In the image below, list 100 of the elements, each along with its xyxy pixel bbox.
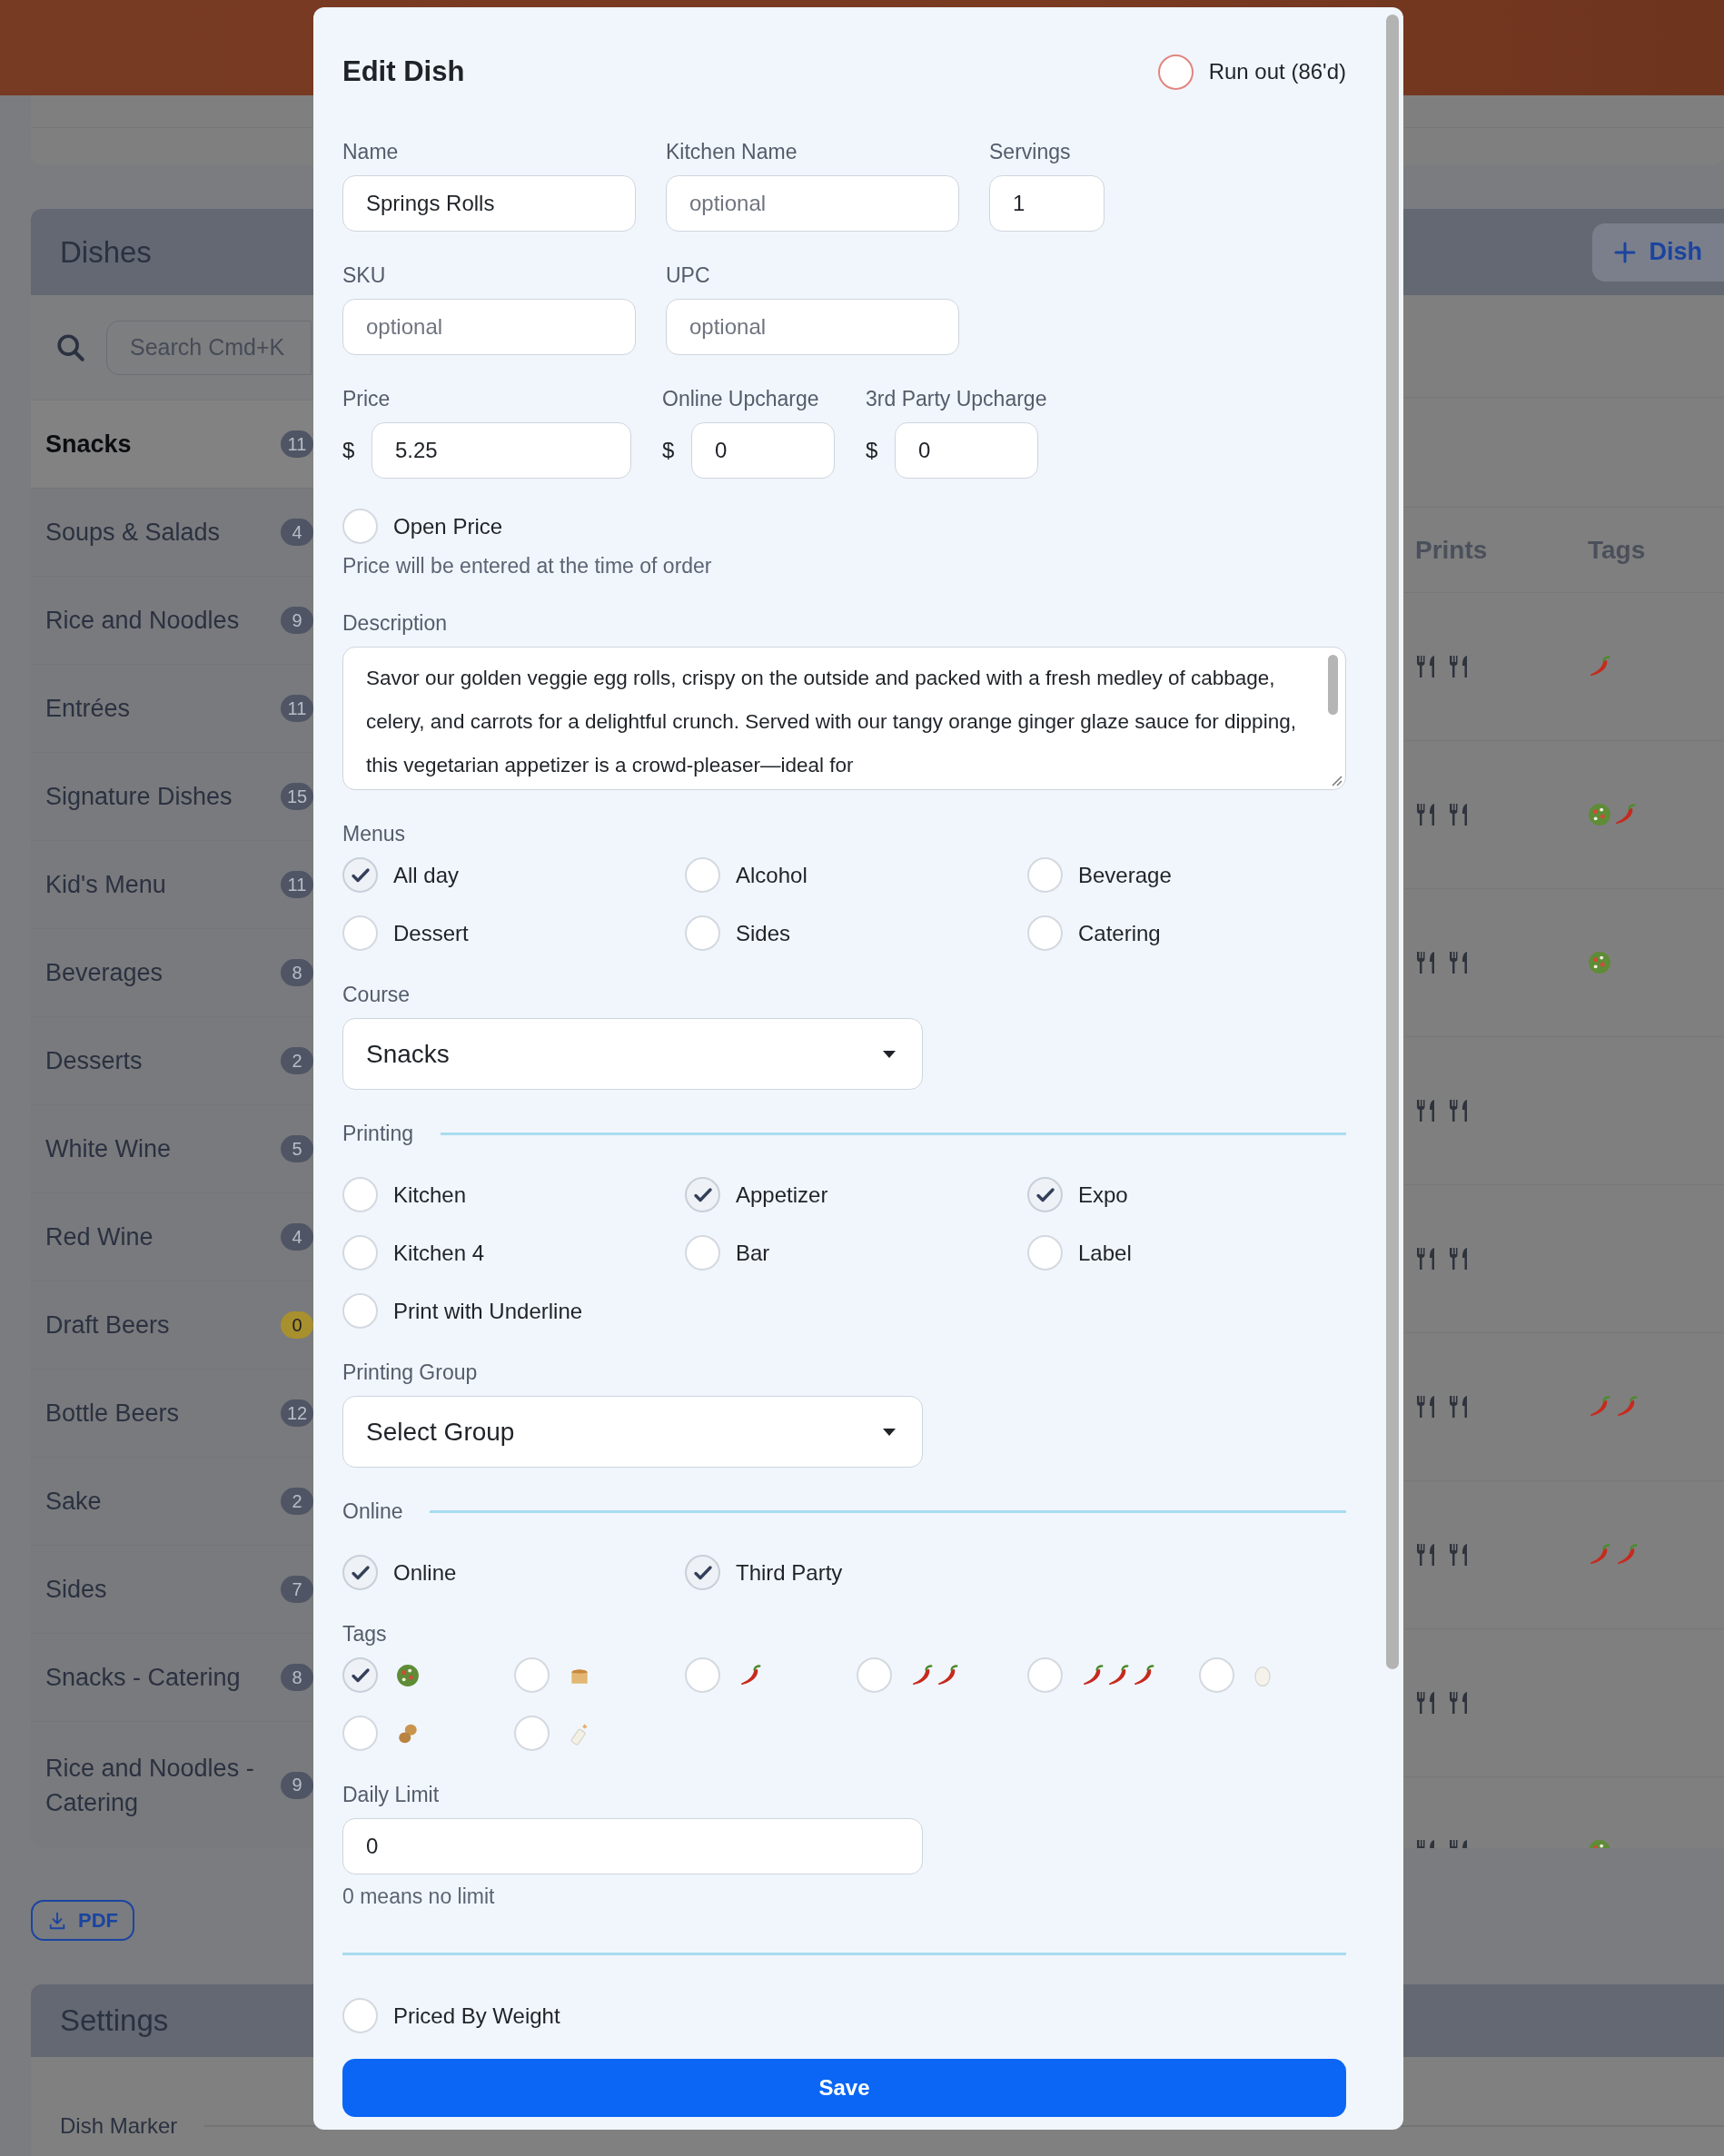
checkbox[interactable] (342, 1998, 378, 2033)
checkbox[interactable] (513, 1716, 550, 1751)
checkbox[interactable] (342, 509, 378, 544)
checkbox[interactable] (342, 857, 378, 893)
category-name: Bottle Beers (45, 1399, 181, 1429)
category-item[interactable]: Soups & Salads 4 (31, 489, 313, 577)
checkbox[interactable] (342, 1657, 378, 1693)
field-label: Servings (989, 139, 1071, 165)
checkbox[interactable] (685, 1235, 720, 1271)
option-label: Appetizer (736, 1182, 828, 1208)
checkbox[interactable] (685, 1657, 720, 1693)
input-field[interactable]: 5.25 (372, 422, 631, 479)
checkbox[interactable] (342, 1293, 378, 1329)
fork-knife-icon (1415, 803, 1437, 826)
field-label: Menus (342, 821, 406, 847)
checkbox[interactable] (1027, 1657, 1063, 1693)
category-item[interactable]: Beverages 8 (31, 929, 313, 1017)
input-field[interactable]: 0 (691, 422, 835, 479)
scrollbar[interactable] (1386, 15, 1399, 1669)
checkbox[interactable] (1027, 1235, 1063, 1271)
category-name: Entrées (45, 694, 132, 724)
category-item[interactable]: Rice and Noodles 9 (31, 577, 313, 665)
count-badge: 9 (281, 1771, 313, 1799)
scrollbar[interactable] (1328, 655, 1338, 715)
search-field[interactable]: Search Cmd+K (106, 320, 312, 375)
field-label: Price (342, 386, 391, 412)
download-icon (47, 1910, 67, 1931)
category-item[interactable]: Entrées 11 (31, 665, 313, 753)
field-label: Name (342, 139, 399, 165)
checkbox[interactable] (513, 1657, 550, 1693)
add-dish-button[interactable]: Dish (1592, 223, 1724, 282)
field-label: 3rd Party Upcharge (866, 386, 1047, 412)
count-badge: 12 (281, 1399, 313, 1427)
input-field[interactable]: 0 (342, 1818, 923, 1874)
checkbox[interactable] (685, 915, 720, 951)
salad-icon (1588, 803, 1611, 826)
category-item[interactable]: Bottle Beers 12 (31, 1370, 313, 1458)
dropdown[interactable]: Select Group (342, 1396, 923, 1468)
category-item[interactable]: Draft Beers 0 (31, 1281, 313, 1370)
checkbox[interactable] (1027, 1177, 1063, 1212)
input-field[interactable]: Springs Rolls (342, 175, 636, 232)
save-button[interactable]: Save (342, 2059, 1346, 2117)
checkbox[interactable] (342, 1235, 378, 1271)
checkbox[interactable] (342, 1716, 378, 1751)
toggle[interactable] (1157, 54, 1194, 90)
count-badge: 2 (281, 1488, 313, 1515)
hint-text: 0 means no limit (342, 1884, 496, 1910)
checkbox[interactable] (342, 1555, 378, 1590)
category-name: Kid's Menu (45, 870, 167, 900)
count-badge: 4 (281, 519, 313, 546)
category-item[interactable]: Desserts 2 (31, 1017, 313, 1105)
fork-knife-icon (1415, 1247, 1437, 1271)
setting-label: Dish Marker (60, 2113, 178, 2139)
fork-knife-icon (1415, 1691, 1437, 1715)
option-label: All day (393, 862, 460, 888)
option-label: Bar (736, 1240, 770, 1266)
checkbox[interactable] (1027, 857, 1063, 893)
fork-knife-icon (1448, 1395, 1470, 1419)
checkbox[interactable] (342, 1177, 378, 1212)
field-label: Printing (342, 1121, 413, 1147)
option-label: Dessert (393, 920, 469, 946)
dropdown[interactable]: Snacks (342, 1018, 923, 1090)
field-label: Online Upcharge (662, 386, 819, 412)
salad-icon (1588, 951, 1611, 974)
field-label: Kitchen Name (666, 139, 798, 165)
category-item[interactable]: Snacks 11 (31, 401, 313, 489)
option-label: Run out (86'd) (1208, 59, 1346, 84)
category-item[interactable]: Kid's Menu 11 (31, 841, 313, 929)
pdf-button[interactable]: PDF (31, 1900, 134, 1941)
checkbox[interactable] (685, 1555, 720, 1590)
category-item[interactable]: Sides 7 (31, 1546, 313, 1634)
checkbox[interactable] (685, 1177, 720, 1212)
input-field[interactable]: optional (342, 299, 636, 355)
input-field[interactable]: 0 (895, 422, 1038, 479)
option-label: Label (1078, 1240, 1132, 1266)
checkbox[interactable] (342, 915, 378, 951)
category-item[interactable]: White Wine 5 (31, 1105, 313, 1193)
input-field[interactable]: optional (666, 175, 959, 232)
fork-knife-icon (1415, 1099, 1437, 1123)
field-label: SKU (342, 262, 386, 289)
currency-symbol: $ (866, 438, 879, 463)
fork-knife-icon (1448, 1247, 1470, 1271)
checkbox[interactable] (1027, 915, 1063, 951)
fork-knife-icon (1448, 1543, 1470, 1567)
category-item[interactable]: Sake 2 (31, 1458, 313, 1546)
checkbox[interactable] (1198, 1657, 1234, 1693)
option-label: Sides (736, 920, 791, 946)
category-item[interactable]: Snacks - Catering 8 (31, 1634, 313, 1722)
input-field[interactable]: 1 (989, 175, 1105, 232)
count-badge: 9 (281, 607, 313, 634)
checkbox[interactable] (685, 857, 720, 893)
input-field[interactable]: optional (666, 299, 959, 355)
category-item[interactable]: Red Wine 4 (31, 1193, 313, 1281)
field-label: Printing Group (342, 1360, 478, 1386)
text-area[interactable]: Savor our golden veggie egg rolls, crispy on the outside and packed with a fresh medley of cabbage, celery, and carrots for a delightful crunch. Served with our tangy orange ginger glaze sauce for dipping, this vegetarian appetizer is a crowd-pleaser—ideal for (342, 647, 1346, 790)
category-item[interactable]: Signature Dishes 15 (31, 753, 313, 841)
fork-knife-icon (1448, 951, 1470, 974)
checkbox[interactable] (856, 1657, 892, 1693)
count-badge: 0 (281, 1311, 313, 1339)
category-item[interactable]: Rice and Noodles - Catering 9 (31, 1722, 313, 1848)
